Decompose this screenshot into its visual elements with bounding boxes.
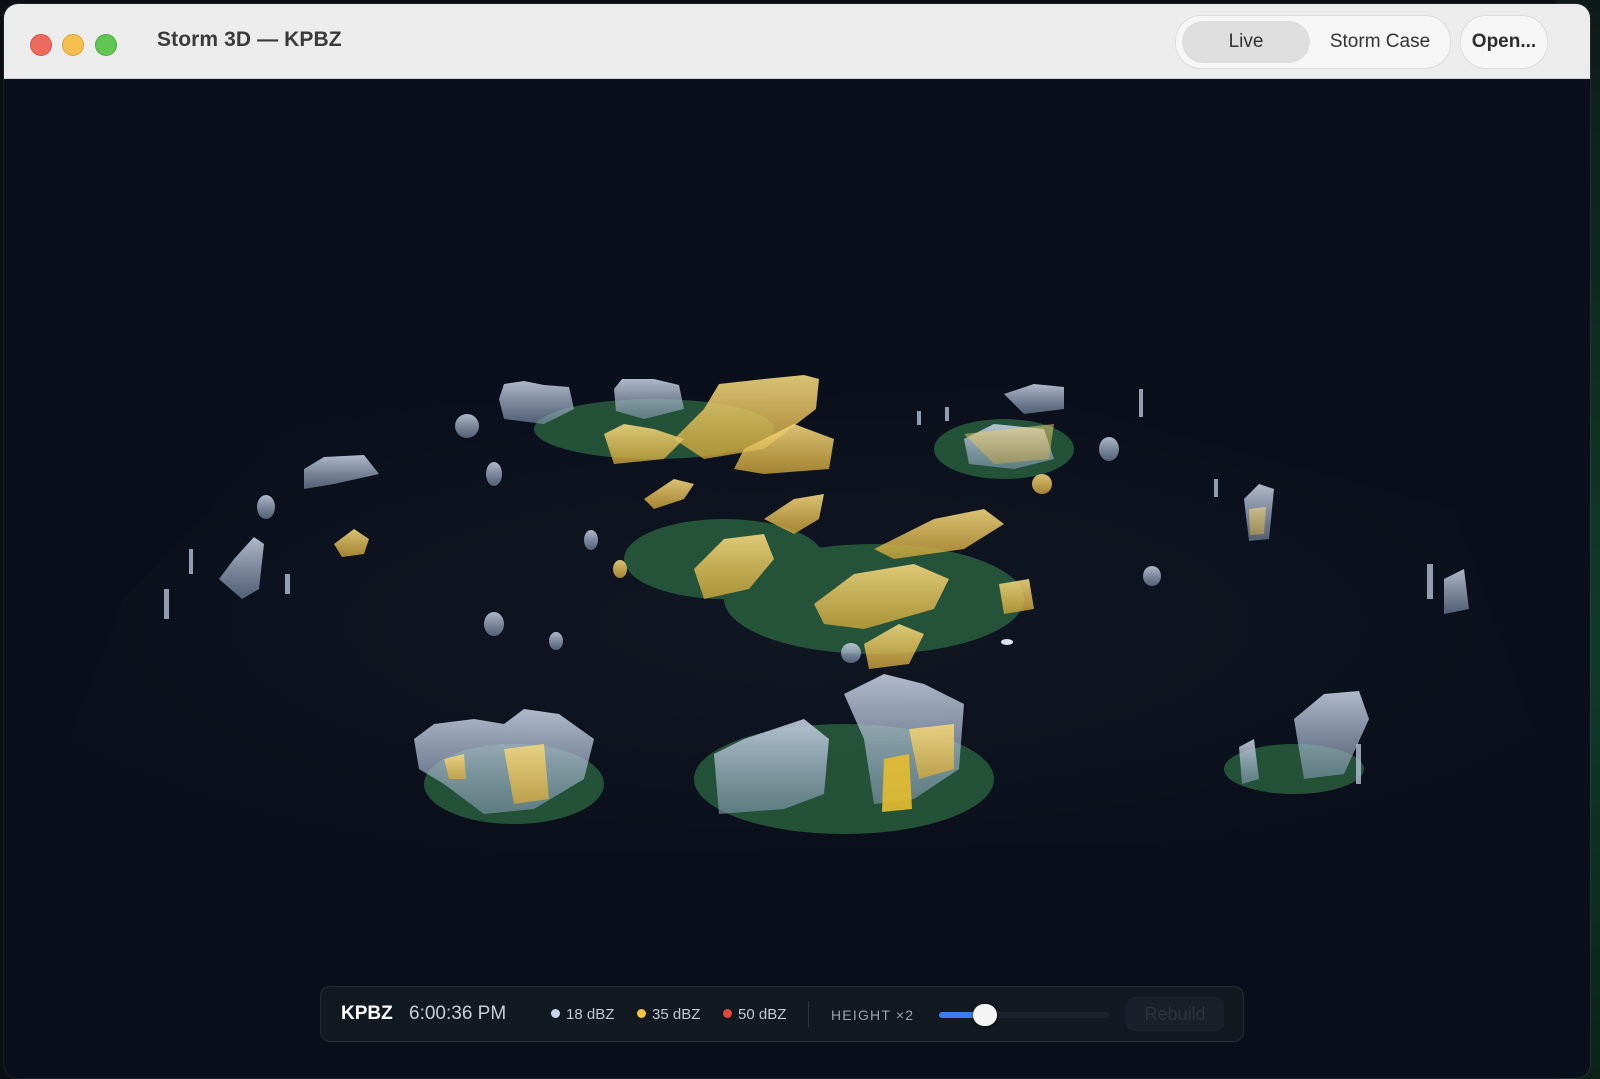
mode-storm-case-button[interactable]: Storm Case xyxy=(1316,21,1444,63)
legend-label: 18 dBZ xyxy=(566,1006,615,1023)
window-title: Storm 3D — KPBZ xyxy=(157,28,342,51)
storm-volume-render xyxy=(22,375,1574,859)
mode-live-button[interactable]: Live xyxy=(1182,21,1310,63)
status-bar: KPBZ 6:00:36 PM 18 dBZ 35 dBZ 50 dBZ HEI… xyxy=(320,986,1244,1042)
legend-50dbz: 50 dBZ xyxy=(723,1006,786,1023)
station-label: KPBZ xyxy=(341,1003,393,1024)
open-button[interactable]: Open... xyxy=(1460,15,1548,69)
legend-label: 35 dBZ xyxy=(652,1006,701,1023)
height-slider[interactable] xyxy=(939,1004,1109,1026)
minimize-window-button[interactable] xyxy=(62,34,84,56)
zoom-window-button[interactable] xyxy=(95,34,117,56)
height-exaggeration-label: HEIGHT ×2 xyxy=(831,1007,915,1023)
legend-dot-icon xyxy=(723,1009,732,1018)
rebuild-button[interactable]: Rebuild xyxy=(1126,997,1224,1031)
legend-label: 50 dBZ xyxy=(738,1006,787,1023)
legend-dot-icon xyxy=(551,1009,560,1018)
app-window: Storm 3D — KPBZ Live Storm Case Open... xyxy=(4,4,1590,1078)
mode-segmented-control: Live Storm Case xyxy=(1175,15,1451,69)
radar-3d-viewport[interactable]: KPBZ 6:00:36 PM 18 dBZ 35 dBZ 50 dBZ HEI… xyxy=(4,79,1590,1078)
titlebar: Storm 3D — KPBZ Live Storm Case Open... xyxy=(4,4,1590,79)
height-slider-knob[interactable] xyxy=(973,1004,997,1026)
close-window-button[interactable] xyxy=(30,34,52,56)
scan-time: 6:00:36 PM xyxy=(409,1003,507,1024)
legend-dot-icon xyxy=(637,1009,646,1018)
divider xyxy=(808,1001,809,1027)
legend-18dbz: 18 dBZ xyxy=(551,1006,614,1023)
legend-35dbz: 35 dBZ xyxy=(637,1006,700,1023)
